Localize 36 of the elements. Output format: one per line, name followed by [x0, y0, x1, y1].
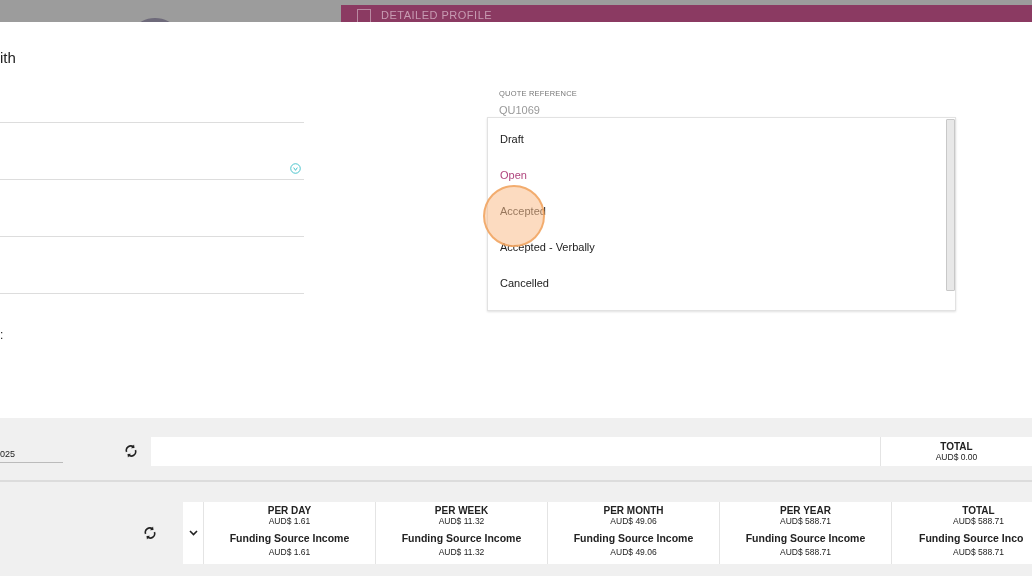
dropdown-option[interactable]: Open [488, 162, 946, 198]
refresh-icon[interactable] [124, 444, 138, 458]
field-label: : [0, 328, 5, 342]
source-amount: AUD$ 49.06 [610, 547, 657, 557]
period-label: PER MONTH [603, 505, 664, 516]
source-label: Funding Source Income [229, 532, 350, 544]
source-label: Funding Source Income [745, 532, 866, 544]
period-amount: AUD$ 588.71 [779, 516, 831, 526]
date-field[interactable]: 025 [0, 445, 63, 463]
source-amount: AUD$ 588.71 [779, 547, 831, 557]
dropdown-option[interactable]: Accepted - Verbally [488, 234, 946, 270]
total-label: TOTAL [940, 440, 973, 452]
header-title: DETAILED PROFILE [381, 9, 493, 21]
scrollbar[interactable] [946, 119, 955, 291]
period-label: PER WEEK [434, 505, 489, 516]
period-amount: AUD$ 1.61 [268, 516, 311, 526]
period-amount: AUD$ 11.32 [438, 516, 485, 526]
field-value: QU1069 [499, 104, 541, 116]
period-amount: AUD$ 49.06 [610, 516, 657, 526]
refresh-icon[interactable] [143, 526, 157, 540]
source-amount: AUD$ 588.71 [952, 547, 1004, 557]
source-label: Funding Source Income [573, 532, 694, 544]
total-value: AUD$ 0.00 [935, 451, 978, 462]
source-label: Funding Source Income [401, 532, 522, 544]
dropdown-option[interactable]: Draft [488, 126, 946, 162]
period-label: PER DAY [267, 505, 312, 516]
period-label: TOTAL [962, 505, 995, 516]
modal-title: ith [0, 48, 17, 66]
dropdown-option[interactable]: Cancelled [488, 270, 946, 306]
source-label: Funding Source Inco [919, 532, 1024, 544]
period-amount: AUD$ 588.71 [952, 516, 1004, 526]
chevron-circle-icon [290, 163, 301, 174]
source-amount: AUD$ 1.61 [268, 547, 311, 557]
source-amount: AUD$ 11.32 [438, 547, 485, 557]
chevron-down-icon [188, 530, 198, 536]
period-label: PER YEAR [780, 505, 831, 516]
